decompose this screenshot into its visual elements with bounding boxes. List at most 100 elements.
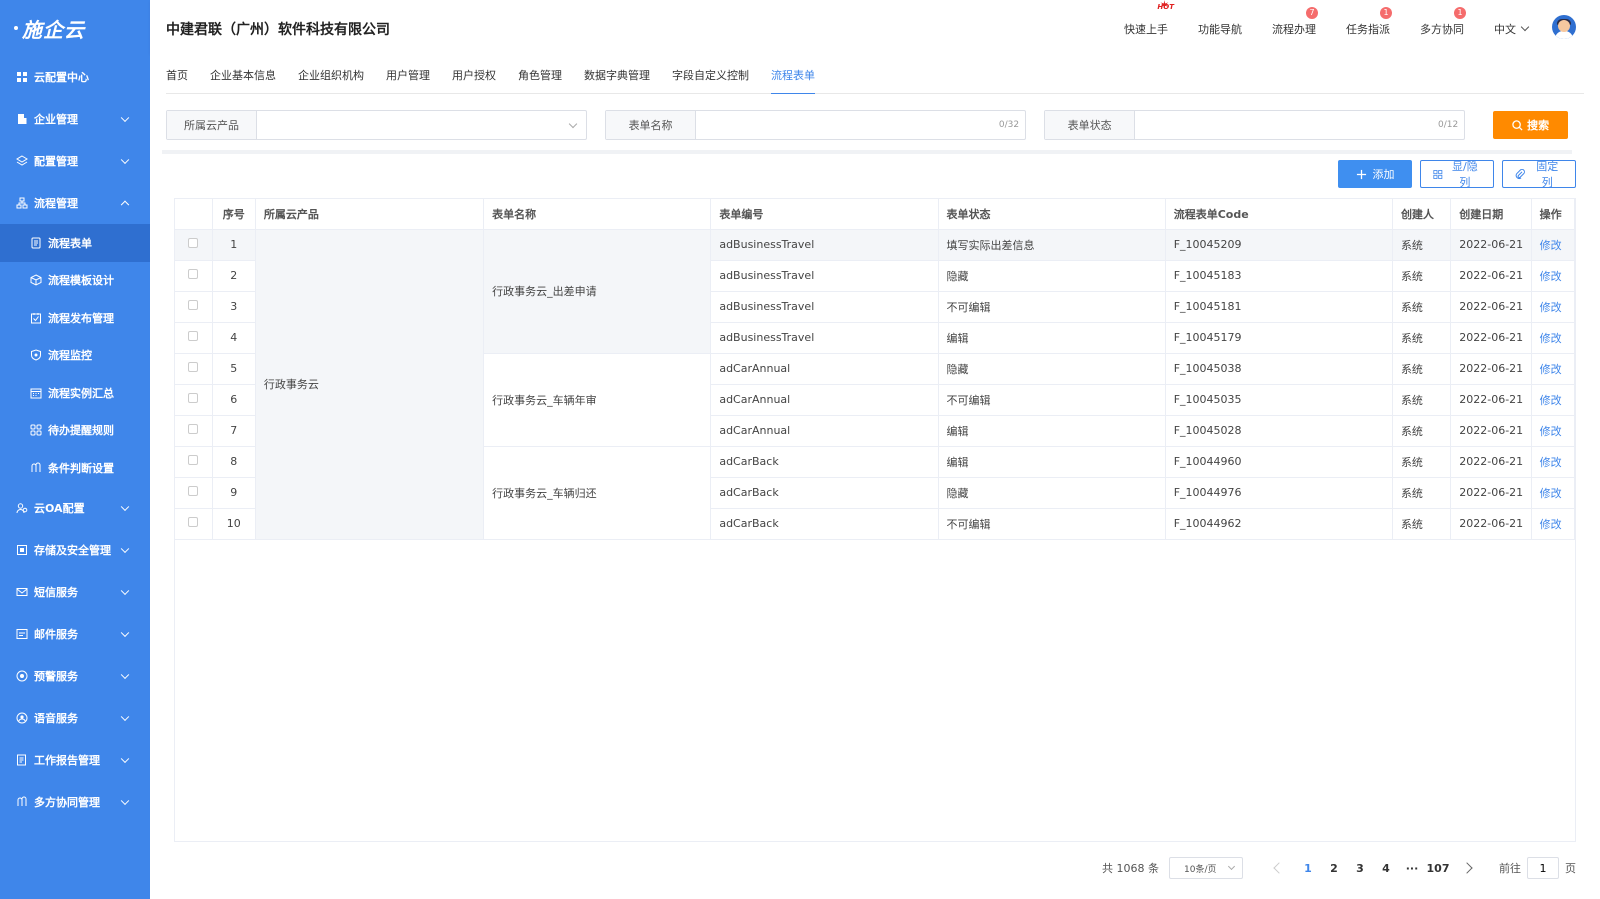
hot-badge: HOT bbox=[1157, 0, 1174, 12]
tab-3[interactable]: 用户管理 bbox=[386, 54, 430, 94]
form-code-cell: adBusinessTravel bbox=[710, 322, 939, 354]
sidebar-subitem-4[interactable]: 流程实例汇总 bbox=[0, 374, 150, 412]
sidebar-item-1[interactable]: 企业管理 bbox=[0, 98, 150, 140]
form-code-cell: adCarBack bbox=[710, 508, 939, 540]
row-checkbox[interactable] bbox=[188, 393, 199, 403]
goto-page-input[interactable] bbox=[1527, 857, 1559, 879]
page-number[interactable]: 1 bbox=[1295, 862, 1321, 875]
header-nav-item-1[interactable]: 功能导航 bbox=[1198, 21, 1242, 37]
page-number[interactable]: 2 bbox=[1321, 862, 1347, 875]
page-number[interactable]: 3 bbox=[1347, 862, 1373, 875]
logo-dot bbox=[14, 26, 18, 30]
row-checkbox[interactable] bbox=[188, 362, 199, 372]
table-row[interactable]: 1 行政事务云 行政事务云_出差申请 adBusinessTravel 填写实际出差信息… bbox=[175, 229, 1576, 540]
sidebar-item-0[interactable]: 云配置中心 bbox=[0, 56, 150, 98]
tab-4[interactable]: 用户授权 bbox=[452, 54, 496, 94]
sidebar-subitem-0[interactable]: 流程表单 bbox=[0, 224, 150, 262]
flow-code-cell: F_10045183 bbox=[1165, 260, 1393, 292]
tab-6[interactable]: 数据字典管理 bbox=[584, 54, 650, 94]
edit-link[interactable]: 修改 bbox=[1540, 518, 1562, 531]
row-checkbox[interactable] bbox=[188, 331, 199, 341]
edit-link[interactable]: 修改 bbox=[1540, 332, 1562, 345]
header-nav-item-2[interactable]: 流程办理 7 bbox=[1272, 7, 1318, 37]
sidebar-subitem-2[interactable]: 流程发布管理 bbox=[0, 299, 150, 337]
language-selector[interactable]: 中文 bbox=[1494, 21, 1530, 37]
row-checkbox[interactable] bbox=[188, 238, 199, 248]
next-page-icon[interactable] bbox=[1461, 862, 1473, 874]
row-checkbox[interactable] bbox=[188, 455, 199, 465]
tab-0[interactable]: 首页 bbox=[166, 54, 188, 94]
header-nav-item-4[interactable]: 多方协同 1 bbox=[1420, 7, 1466, 37]
action-cell: 修改 bbox=[1531, 384, 1576, 416]
sidebar-subitem-6[interactable]: 条件判断设置 bbox=[0, 449, 150, 487]
header-nav-item-0[interactable]: 快速上手 HOT bbox=[1124, 0, 1174, 37]
prev-page-icon[interactable] bbox=[1273, 862, 1285, 874]
tab-8[interactable]: 流程表单 bbox=[771, 54, 815, 95]
edit-link[interactable]: 修改 bbox=[1540, 239, 1562, 252]
chevron-down-icon bbox=[120, 628, 130, 637]
logo[interactable]: 施企云 bbox=[0, 0, 150, 56]
action-cell: 修改 bbox=[1531, 229, 1576, 261]
status-input[interactable] bbox=[1143, 118, 1457, 132]
row-checkbox[interactable] bbox=[188, 486, 199, 496]
sidebar-item-2[interactable]: 配置管理 bbox=[0, 140, 150, 182]
sidebar-item-9[interactable]: 语音服务 bbox=[0, 697, 150, 739]
flow-code-cell: F_10045028 bbox=[1165, 415, 1393, 447]
sidebar-subitem-5[interactable]: 待办提醒规则 bbox=[0, 412, 150, 450]
product-select[interactable] bbox=[257, 111, 586, 139]
sidebar-item-label: 预警服务 bbox=[34, 669, 78, 683]
sidebar-item-10[interactable]: 工作报告管理 bbox=[0, 739, 150, 781]
status-field[interactable]: 0/12 bbox=[1135, 111, 1464, 139]
calendar-icon bbox=[30, 388, 42, 399]
name-field[interactable]: 0/32 bbox=[696, 111, 1025, 139]
creator-cell: 系统 bbox=[1392, 322, 1452, 354]
tab-2[interactable]: 企业组织机构 bbox=[298, 54, 364, 94]
sidebar-item-6[interactable]: 短信服务 bbox=[0, 571, 150, 613]
product-select-input[interactable] bbox=[265, 118, 579, 132]
row-checkbox[interactable] bbox=[188, 517, 199, 527]
search-button[interactable]: 搜索 bbox=[1493, 111, 1569, 139]
add-button[interactable]: 添加 bbox=[1338, 160, 1412, 188]
edit-link[interactable]: 修改 bbox=[1540, 394, 1562, 407]
sidebar-item-5[interactable]: 存储及安全管理 bbox=[0, 529, 150, 571]
form-status-cell: 编辑 bbox=[938, 415, 1166, 447]
sidebar-item-icon bbox=[16, 113, 28, 125]
sidebar-item-8[interactable]: 预警服务 bbox=[0, 655, 150, 697]
edit-link[interactable]: 修改 bbox=[1540, 456, 1562, 469]
form-code-cell: adBusinessTravel bbox=[710, 291, 939, 323]
row-checkbox[interactable] bbox=[188, 424, 199, 434]
page-size-select[interactable]: 10条/页 bbox=[1169, 857, 1243, 879]
edit-link[interactable]: 修改 bbox=[1540, 270, 1562, 283]
page-number[interactable]: 4 bbox=[1373, 862, 1399, 875]
page-last[interactable]: 107 bbox=[1425, 862, 1451, 875]
table-toolbar: 添加 显/隐列 固定列 bbox=[1338, 160, 1576, 189]
avatar[interactable] bbox=[1552, 15, 1576, 39]
sidebar-subitem-1[interactable]: 流程模板设计 bbox=[0, 262, 150, 300]
sidebar-item-4[interactable]: 云OA配置 bbox=[0, 487, 150, 529]
name-input[interactable] bbox=[704, 118, 1018, 132]
sidebar-subitem-icon bbox=[30, 274, 42, 286]
layers-icon bbox=[16, 155, 28, 166]
sidebar-item-7[interactable]: 邮件服务 bbox=[0, 613, 150, 655]
tab-7[interactable]: 字段自定义控制 bbox=[672, 54, 749, 94]
fix-columns-button[interactable]: 固定列 bbox=[1502, 160, 1576, 189]
sidebar-item-11[interactable]: 多方协同管理 bbox=[0, 781, 150, 823]
sidebar-subitem-icon bbox=[30, 312, 42, 324]
main-content: 所属云产品 表单名称 0/32 表单状态 0/12 搜索 添加 显/隐列 固定列… bbox=[150, 94, 1600, 899]
tab-5[interactable]: 角色管理 bbox=[518, 54, 562, 94]
edit-link[interactable]: 修改 bbox=[1540, 301, 1562, 314]
sidebar-menu: 云配置中心 企业管理 配置管理 流程管理 流程表单 流程模板设计 流程发布管理 流程监控 流程实… bbox=[0, 56, 150, 823]
row-checkbox[interactable] bbox=[188, 269, 199, 279]
header-nav-item-3[interactable]: 任务指派 1 bbox=[1346, 7, 1392, 37]
toggle-columns-button[interactable]: 显/隐列 bbox=[1420, 160, 1494, 189]
edit-link[interactable]: 修改 bbox=[1540, 363, 1562, 376]
chevron-down-icon bbox=[120, 586, 130, 595]
sidebar-submenu: 流程表单 流程模板设计 流程发布管理 流程监控 流程实例汇总 待办提醒规则 条件判断设置 bbox=[0, 224, 150, 487]
tab-1[interactable]: 企业基本信息 bbox=[210, 54, 276, 94]
edit-link[interactable]: 修改 bbox=[1540, 425, 1562, 438]
pagination-ellipsis[interactable]: ··· bbox=[1399, 862, 1425, 875]
sidebar-item-3[interactable]: 流程管理 bbox=[0, 182, 150, 224]
edit-link[interactable]: 修改 bbox=[1540, 487, 1562, 500]
row-checkbox[interactable] bbox=[188, 300, 199, 310]
sidebar-subitem-3[interactable]: 流程监控 bbox=[0, 337, 150, 375]
